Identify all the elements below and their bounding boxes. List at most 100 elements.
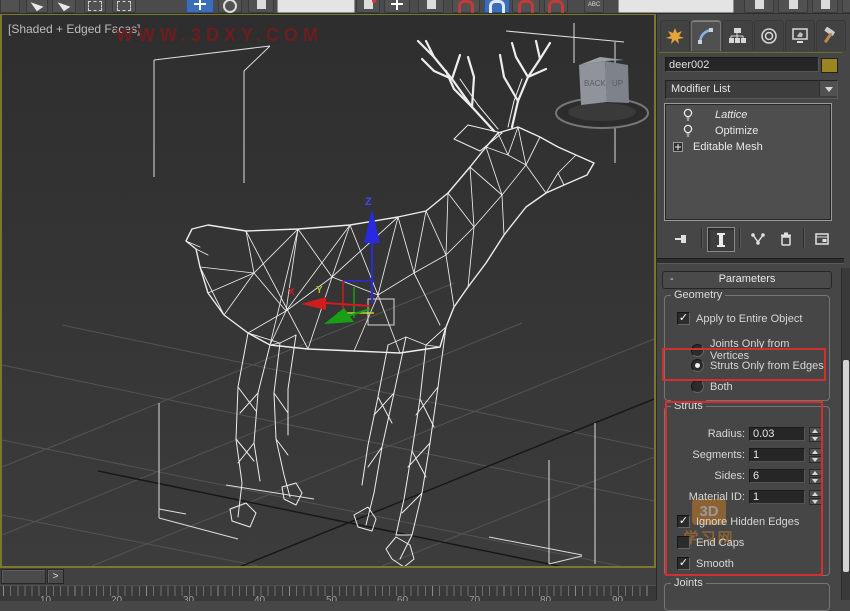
radius-spinner[interactable] <box>809 427 822 442</box>
smooth-checkbox[interactable]: Smooth <box>677 557 734 570</box>
named-selection-sets-icon[interactable]: ABC <box>584 0 604 13</box>
tab-hierarchy[interactable] <box>722 20 752 51</box>
segments-field[interactable] <box>749 448 805 462</box>
pin-icon <box>673 230 691 248</box>
panel-scrollbar-thumb[interactable] <box>843 360 849 572</box>
hierarchy-icon <box>728 27 746 45</box>
apply-to-entire-object-checkbox[interactable]: Apply to Entire Object <box>677 312 802 325</box>
main-toolbar: ABC <box>0 0 850 14</box>
select-and-rotate-icon[interactable] <box>218 0 242 13</box>
configure-sets-icon <box>813 231 831 247</box>
segments-spinner[interactable] <box>809 448 822 463</box>
tick-label: 70 <box>469 595 480 601</box>
select-and-manipulate-icon[interactable] <box>384 0 410 13</box>
radius-field[interactable] <box>749 427 805 441</box>
abc-icon: ABC <box>585 2 603 8</box>
tick-label: 40 <box>254 595 265 601</box>
chevron-down-icon[interactable] <box>819 81 837 96</box>
deer-wireframe[interactable] <box>186 41 594 566</box>
stack-item-optimize[interactable]: Optimize <box>665 123 831 139</box>
tab-display[interactable] <box>785 20 815 51</box>
spinner-snap-toggle-icon[interactable] <box>544 0 568 13</box>
object-color-swatch[interactable] <box>821 58 838 73</box>
sides-field[interactable] <box>749 469 805 483</box>
toolbar-right-partial-icon[interactable] <box>842 0 850 13</box>
make-unique-button[interactable] <box>745 227 771 250</box>
panel-divider <box>659 52 842 53</box>
parameters-rollout-header[interactable]: - Parameters <box>662 271 832 289</box>
backup-text-right: UP <box>612 79 623 88</box>
named-selection-sets-dropdown[interactable] <box>618 0 734 13</box>
perspective-viewport[interactable]: [Shaded + Edged Faces] WWW.3DXY.COM BACK… <box>0 13 656 568</box>
move-gizmo[interactable]: Z X Y <box>288 196 394 325</box>
backup-box-prop[interactable]: BACK UP <box>556 57 648 128</box>
percent-snap-toggle-icon[interactable] <box>512 0 540 13</box>
track-bar[interactable]: 10 20 30 40 50 60 70 80 90 100 <box>0 585 656 601</box>
crossing-selection-icon[interactable] <box>112 0 136 13</box>
select-by-name-icon[interactable] <box>52 0 76 13</box>
manipulate-icon <box>391 0 403 10</box>
lightbulb-icon <box>681 124 695 138</box>
modifier-stack: Lattice Optimize Editable Mesh <box>664 103 832 221</box>
object-name-field[interactable] <box>665 57 819 72</box>
rollout-title: Parameters <box>719 273 776 285</box>
field-label: Material ID: <box>665 491 749 503</box>
z-axis-arrow[interactable] <box>364 209 380 243</box>
field-label: Sides: <box>665 470 749 482</box>
magnet-icon <box>458 0 474 13</box>
ignore-hidden-edges-checkbox[interactable]: Ignore Hidden Edges <box>677 515 799 528</box>
show-end-result-button[interactable] <box>707 227 735 252</box>
keyboard-icon <box>427 0 436 9</box>
y-axis-arrow[interactable] <box>324 308 354 324</box>
struts-group: Struts Radius: Segments: Sides: Material… <box>664 406 830 576</box>
select-object-icon[interactable] <box>26 0 48 13</box>
use-pivot-point-center-icon[interactable] <box>356 0 380 13</box>
align-icon[interactable] <box>778 0 808 13</box>
stack-item-lattice[interactable]: Lattice <box>665 107 831 123</box>
radius-row: Radius: <box>665 426 823 442</box>
snap-toggle-icon[interactable] <box>452 0 480 13</box>
toolbar-left-partial-icon[interactable] <box>0 0 20 13</box>
checkbox-icon <box>677 515 690 528</box>
mirror-icon[interactable] <box>744 0 774 13</box>
configure-modifier-sets-button[interactable] <box>809 227 835 250</box>
panel-scrollbar[interactable] <box>841 268 850 600</box>
time-slider-handle[interactable] <box>1 569 46 584</box>
tab-create[interactable] <box>660 20 690 51</box>
end-caps-checkbox[interactable]: End Caps <box>677 536 744 549</box>
pin-stack-button[interactable] <box>669 227 695 250</box>
angle-snap-toggle-icon[interactable] <box>484 0 510 13</box>
rectangular-selection-icon[interactable] <box>84 0 106 13</box>
remove-modifier-button[interactable] <box>773 227 799 250</box>
tick-label: 10 <box>40 595 51 601</box>
sides-spinner[interactable] <box>809 469 822 484</box>
viewport-scene: BACK UP <box>2 15 654 566</box>
checkbox-label: Ignore Hidden Edges <box>696 516 799 528</box>
time-slider-row: > <box>0 568 656 585</box>
both-radio[interactable]: Both <box>691 380 733 393</box>
tab-utilities[interactable] <box>816 20 846 51</box>
reference-coordinate-system-dropdown[interactable] <box>277 0 355 13</box>
select-and-move-icon[interactable] <box>186 0 214 13</box>
plus-box-icon[interactable] <box>671 142 685 152</box>
material-id-field[interactable] <box>749 490 805 504</box>
magnet-icon <box>548 0 564 13</box>
group-title: Struts <box>671 400 706 412</box>
x-axis-arrow[interactable] <box>301 297 326 310</box>
show-end-result-icon <box>712 232 730 248</box>
utilities-hammer-icon <box>822 27 840 45</box>
stack-item-editable-mesh[interactable]: Editable Mesh <box>665 139 831 155</box>
move-arrows-icon <box>194 0 206 10</box>
material-id-spinner[interactable] <box>809 490 822 505</box>
struts-only-from-edges-radio[interactable]: Struts Only from Edges <box>691 359 824 372</box>
select-and-scale-icon[interactable] <box>248 0 274 13</box>
stack-toolbar <box>661 225 841 252</box>
tab-modify[interactable] <box>691 20 721 51</box>
modifier-list-dropdown[interactable]: Modifier List <box>665 80 838 99</box>
next-frame-button[interactable]: > <box>47 569 64 584</box>
tab-motion[interactable] <box>754 20 784 51</box>
keyboard-shortcut-override-icon[interactable] <box>418 0 444 13</box>
cursor-icon <box>31 0 44 11</box>
layer-manager-icon[interactable] <box>812 0 838 13</box>
mirror-glyph-icon <box>755 0 764 9</box>
